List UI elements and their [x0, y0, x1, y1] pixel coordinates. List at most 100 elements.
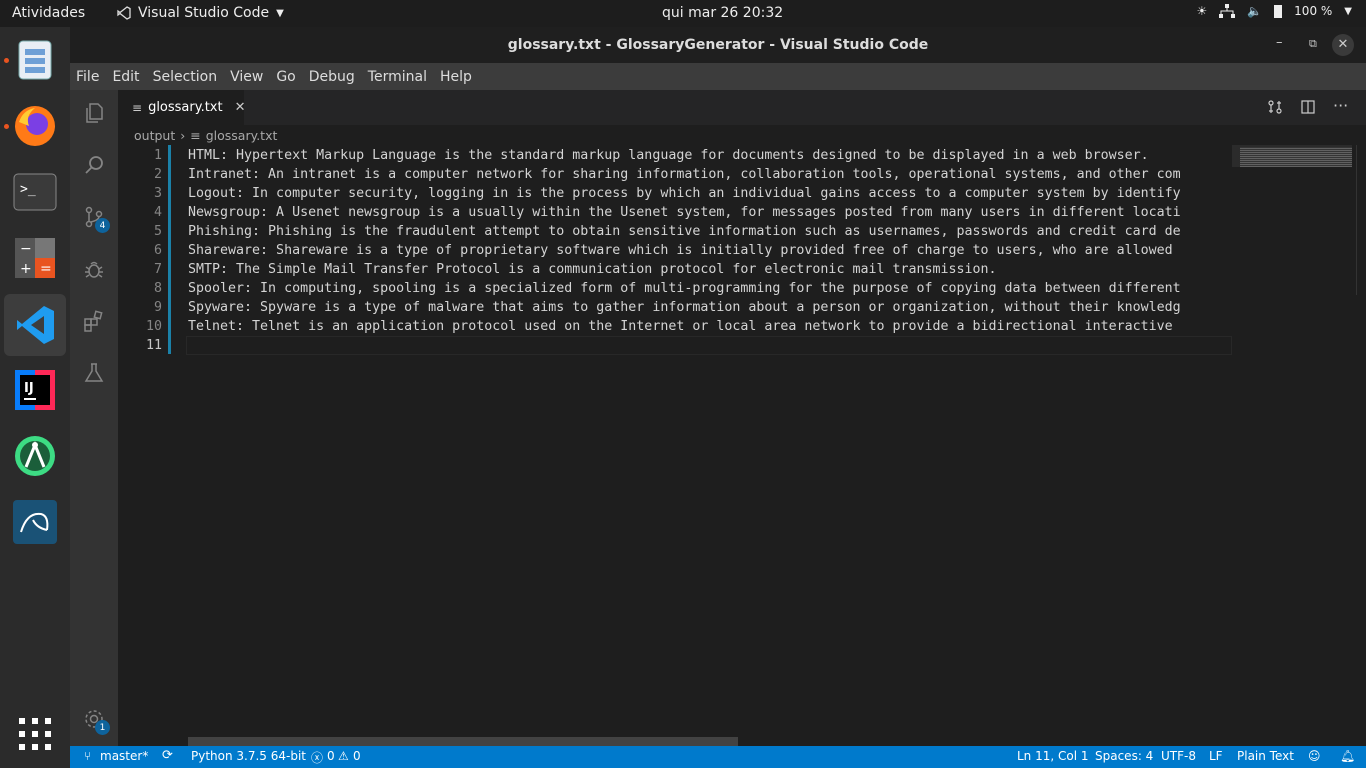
code-line[interactable]: SMTP: The Simple Mail Transfer Protocol … [188, 262, 997, 277]
testing-icon[interactable] [70, 352, 118, 394]
settings-badge: 1 [95, 720, 110, 735]
code-line[interactable]: Newsgroup: A Usenet newsgroup is a usual… [188, 205, 1181, 220]
line-number: 3 [153, 186, 162, 201]
more-actions-icon[interactable]: ··· [1333, 96, 1348, 115]
running-indicator [4, 124, 9, 129]
python-interpreter[interactable]: Python 3.7.5 64-bit [191, 749, 306, 763]
activities-button[interactable]: Atividades [12, 5, 85, 21]
menu-help[interactable]: Help [440, 69, 472, 85]
menu-bar: File Edit Selection View Go Debug Termin… [70, 63, 1366, 90]
cursor-position[interactable]: Ln 11, Col 1 [1017, 749, 1089, 763]
calculator-icon[interactable]: − + = [12, 235, 58, 281]
explorer-icon[interactable] [70, 92, 118, 134]
svg-text:+: + [20, 261, 32, 277]
close-icon[interactable]: ✕ [1332, 34, 1354, 56]
search-icon[interactable] [70, 144, 118, 186]
breadcrumb-file[interactable]: glossary.txt [206, 128, 278, 143]
system-tray[interactable]: ☀ 🔈 100 % ▼ [1196, 4, 1352, 18]
branch-status[interactable]: master* [100, 749, 148, 763]
line-ending[interactable]: LF [1209, 749, 1223, 763]
menu-view[interactable]: View [230, 69, 263, 85]
line-number: 5 [153, 224, 162, 239]
window-title-bar: glossary.txt - GlossaryGenerator - Visua… [70, 27, 1366, 63]
menu-edit[interactable]: Edit [112, 69, 139, 85]
maximize-icon[interactable]: ⧉ [1309, 37, 1317, 51]
source-control-icon[interactable]: 4 [70, 196, 118, 238]
code-line[interactable]: HTML: Hypertext Markup Language is the s… [188, 148, 1149, 163]
code-line[interactable]: Phishing: Phishing is the fraudulent att… [188, 224, 1181, 239]
menu-terminal[interactable]: Terminal [368, 69, 427, 85]
language-mode[interactable]: Plain Text [1237, 749, 1294, 763]
code-line[interactable]: Shareware: Shareware is a type of propri… [188, 243, 1173, 258]
editor-tab-bar: ≡ glossary.txt ✕ ··· [118, 90, 1366, 125]
android-studio-icon[interactable] [12, 433, 58, 479]
split-editor-icon[interactable] [1300, 99, 1316, 119]
file-lines-icon: ≡ [190, 128, 201, 143]
tab-close-icon[interactable]: ✕ [235, 100, 246, 115]
indentation[interactable]: Spaces: 4 [1095, 749, 1153, 763]
feedback-icon[interactable]: ☺ [1308, 749, 1321, 763]
warning-icon: ⚠ [338, 749, 349, 763]
activity-bar: 4 1 [70, 90, 118, 746]
vscode-dock-icon[interactable] [4, 294, 66, 356]
caret-down-icon: ▼ [276, 7, 284, 19]
error-icon: ⓧ [311, 751, 324, 765]
line-number: 2 [153, 167, 162, 182]
caret-down-icon: ▼ [1344, 5, 1352, 17]
menu-go[interactable]: Go [276, 69, 295, 85]
sync-icon[interactable]: ⟳ [162, 748, 173, 763]
notifications-bell-icon[interactable]: 🔔︎ [1340, 749, 1355, 763]
minimap[interactable] [1232, 145, 1366, 746]
code-line[interactable]: Intranet: An intranet is a computer netw… [188, 167, 1181, 182]
app-menu[interactable]: Visual Studio Code ▼ [117, 5, 284, 21]
code-line[interactable]: Logout: In computer security, logging in… [188, 186, 1181, 201]
system-top-bar: Atividades Visual Studio Code ▼ qui mar … [0, 0, 1366, 27]
clock[interactable]: qui mar 26 20:32 [662, 5, 783, 21]
line-number: 7 [153, 262, 162, 277]
warning-count[interactable]: 0 [353, 749, 361, 763]
battery-percent: 100 % [1294, 4, 1333, 18]
debug-icon[interactable] [70, 248, 118, 290]
minimize-icon[interactable]: – [1276, 35, 1283, 50]
settings-gear-icon[interactable]: 1 [70, 698, 118, 740]
line-number: 8 [153, 281, 162, 296]
mysql-workbench-icon[interactable] [12, 499, 58, 545]
git-branch-icon: ⑂ [84, 749, 92, 763]
breadcrumb-folder[interactable]: output [134, 128, 175, 143]
svg-text:=: = [40, 261, 52, 277]
open-changes-icon[interactable] [1267, 99, 1283, 119]
svg-text:IJ: IJ [24, 381, 34, 396]
menu-selection[interactable]: Selection [153, 69, 218, 85]
battery-icon [1274, 4, 1283, 18]
line-number: 10 [145, 319, 162, 334]
code-line[interactable]: Spooler: In computing, spooling is a spe… [188, 281, 1181, 296]
vertical-scrollbar[interactable] [1356, 145, 1366, 295]
menu-file[interactable]: File [76, 69, 99, 85]
terminal-icon[interactable]: >_ [12, 169, 58, 215]
extensions-icon[interactable] [70, 300, 118, 342]
status-bar: ⑂ master* ⟳ Python 3.7.5 64-bit ⓧ 0 ⚠ 0 … [70, 746, 1366, 768]
code-line[interactable]: Spyware: Spyware is a type of malware th… [188, 300, 1181, 315]
tab-glossary[interactable]: ≡ glossary.txt ✕ [118, 90, 246, 125]
editor-text-area[interactable]: 1 2 3 4 5 6 7 8 9 10 11 HTML: Hypertext … [118, 145, 1232, 746]
breadcrumb: output › ≡ glossary.txt [134, 128, 277, 143]
code-line[interactable]: Telnet: Telnet is an application protoco… [188, 319, 1173, 334]
intellij-icon[interactable]: IJ [12, 367, 58, 413]
show-applications-icon[interactable] [12, 711, 58, 757]
tab-label: glossary.txt [148, 100, 223, 115]
modified-line-gutter [168, 145, 171, 354]
menu-debug[interactable]: Debug [309, 69, 355, 85]
current-line-highlight [186, 336, 1232, 355]
volume-icon: 🔈 [1247, 4, 1263, 18]
files-icon[interactable] [12, 37, 58, 83]
file-lines-icon: ≡ [132, 100, 143, 115]
running-indicator [4, 58, 9, 63]
firefox-icon[interactable] [12, 103, 58, 149]
minimap-slider[interactable] [1232, 145, 1352, 167]
error-count[interactable]: 0 [327, 749, 335, 763]
horizontal-scrollbar[interactable] [188, 737, 738, 746]
line-number: 1 [153, 148, 162, 163]
app-menu-label: Visual Studio Code [138, 5, 270, 21]
chevron-right-icon: › [180, 128, 186, 143]
encoding[interactable]: UTF-8 [1161, 749, 1196, 763]
